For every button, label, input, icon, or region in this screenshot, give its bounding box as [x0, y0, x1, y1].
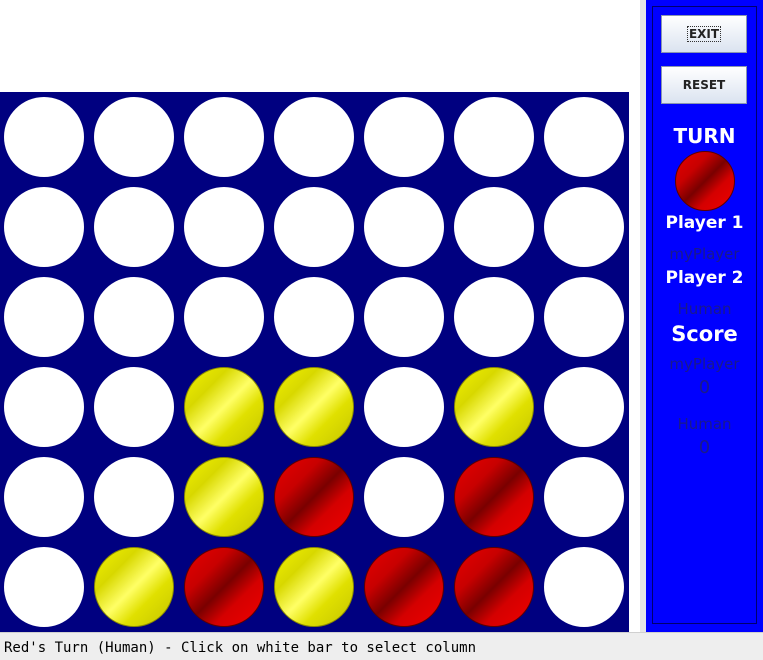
score-title: Score — [671, 322, 738, 346]
status-text: Red's Turn (Human) - Click on white bar … — [4, 640, 477, 656]
red-disc — [364, 547, 444, 627]
empty-slot — [544, 277, 624, 357]
empty-slot — [364, 187, 444, 267]
empty-slot — [184, 97, 264, 177]
side-panel: EXIT RESET TURN Player 1 myPlayer Player… — [646, 0, 763, 632]
empty-slot — [94, 187, 174, 267]
empty-slot — [4, 547, 84, 627]
red-disc — [184, 547, 264, 627]
empty-slot — [274, 277, 354, 357]
player1-name: myPlayer — [669, 245, 740, 263]
empty-slot — [94, 457, 174, 537]
empty-slot — [544, 367, 624, 447]
red-disc — [274, 457, 354, 537]
column-select-bar[interactable] — [0, 0, 640, 92]
player1-label: Player 1 — [665, 213, 744, 233]
game-board — [0, 92, 629, 632]
reset-button-label: RESET — [682, 78, 726, 92]
empty-slot — [364, 457, 444, 537]
score-player1-name: myPlayer — [669, 355, 740, 373]
empty-slot — [94, 97, 174, 177]
red-disc — [454, 457, 534, 537]
yellow-disc — [184, 367, 264, 447]
reset-button[interactable]: RESET — [661, 66, 747, 104]
player2-name: Human — [677, 300, 732, 318]
empty-slot — [544, 547, 624, 627]
empty-slot — [544, 457, 624, 537]
yellow-disc — [184, 457, 264, 537]
turn-title: TURN — [673, 124, 736, 148]
empty-slot — [544, 97, 624, 177]
empty-slot — [4, 187, 84, 267]
yellow-disc — [274, 547, 354, 627]
empty-slot — [274, 187, 354, 267]
empty-slot — [184, 187, 264, 267]
empty-slot — [364, 97, 444, 177]
turn-indicator-disc — [675, 151, 735, 211]
player2-label: Player 2 — [665, 268, 744, 288]
empty-slot — [94, 277, 174, 357]
board-gutter — [629, 92, 640, 632]
empty-slot — [364, 367, 444, 447]
empty-slot — [94, 367, 174, 447]
yellow-disc — [454, 367, 534, 447]
score-player1-value: 0 — [698, 377, 711, 398]
empty-slot — [364, 277, 444, 357]
empty-slot — [4, 457, 84, 537]
exit-button-label: EXIT — [686, 26, 722, 42]
yellow-disc — [94, 547, 174, 627]
empty-slot — [4, 277, 84, 357]
empty-slot — [454, 97, 534, 177]
status-bar: Red's Turn (Human) - Click on white bar … — [0, 632, 763, 660]
empty-slot — [274, 97, 354, 177]
red-disc — [454, 547, 534, 627]
score-player2-name: Human — [677, 415, 732, 433]
empty-slot — [454, 187, 534, 267]
yellow-disc — [274, 367, 354, 447]
score-player2-value: 0 — [698, 437, 711, 458]
exit-button[interactable]: EXIT — [661, 15, 747, 53]
empty-slot — [184, 277, 264, 357]
empty-slot — [4, 97, 84, 177]
empty-slot — [544, 187, 624, 267]
empty-slot — [4, 367, 84, 447]
empty-slot — [454, 277, 534, 357]
